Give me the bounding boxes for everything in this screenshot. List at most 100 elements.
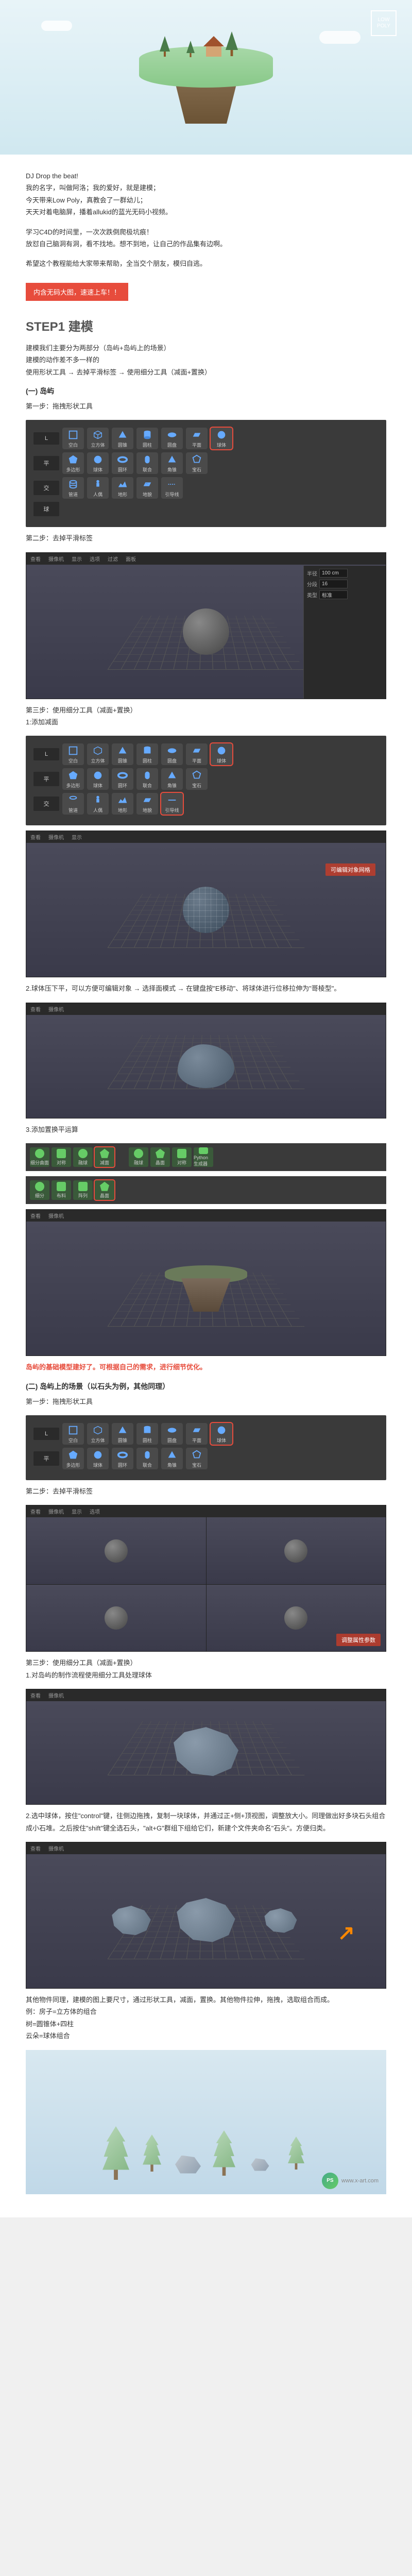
c4d-viewport-flatten: 查看摄像机 <box>26 1003 386 1118</box>
cloud-decoration <box>319 31 360 44</box>
primitive-null[interactable]: 空白 <box>62 428 84 449</box>
intro-text-3: 希望这个教程能给大家带来帮助，全当交个朋友，模归自逃。 <box>26 258 386 269</box>
primitive-cylinder[interactable]: 圆柱 <box>136 1423 158 1445</box>
primitive-null[interactable]: 空白 <box>62 1423 84 1445</box>
primitive-disc[interactable]: 圆盘 <box>161 428 183 449</box>
primitive-null[interactable]: 空白 <box>62 743 84 765</box>
deformed-sphere <box>178 1044 234 1088</box>
primitive-relief[interactable]: 地貌 <box>136 793 158 815</box>
primitive-sphere-2[interactable]: 球体 <box>87 1448 109 1469</box>
intro-text: DJ Drop the beat! 我的名字，叫做阿洛；我的爱好，就是建模； 今… <box>26 170 386 218</box>
primitive-capsule[interactable]: 联合 <box>136 768 158 790</box>
gen-sds[interactable]: 细分 <box>30 1180 49 1200</box>
primitive-sphere-2[interactable]: 球体 <box>87 768 109 790</box>
primitive-plane[interactable]: 平面 <box>186 428 208 449</box>
primitive-sphere[interactable]: 球体 <box>211 743 232 765</box>
primitive-figure[interactable]: 人偶 <box>87 793 109 815</box>
gen-cloth[interactable]: 布料 <box>52 1180 71 1200</box>
sphere-wireframe <box>183 887 229 933</box>
generators-toolbar-2: 细分 布料 阵列 晶面 <box>26 1176 386 1204</box>
gen-array[interactable]: 阵列 <box>73 1180 93 1200</box>
primitive-cube[interactable]: 立方体 <box>87 428 109 449</box>
final-notes: 其他物件同理，建模的图上要尺寸，通过形状工具，减面，置换。其他物件拉伸，拖拽，选… <box>26 1994 386 2042</box>
primitive-sphere[interactable]: 球体 <box>211 428 232 449</box>
primitive-platonic[interactable]: 宝石 <box>186 452 208 474</box>
arrow-icon: ↗ <box>337 1921 355 1945</box>
c4d-viewport-rocks-group: 查看摄像机 ↗ <box>26 1842 386 1989</box>
c4d-quad-viewport: 查看摄像机显示选项 调整属性参数 <box>26 1505 386 1652</box>
viewport-top[interactable] <box>207 1517 386 1584</box>
primitive-cube[interactable]: 立方体 <box>87 743 109 765</box>
primitive-cylinder[interactable]: 圆柱 <box>136 428 158 449</box>
primitive-torus[interactable]: 圆环 <box>112 1448 133 1469</box>
primitive-tube[interactable]: 管道 <box>62 477 84 499</box>
step1-desc: 建模我们主要分为两部分（岛屿+岛屿上的场景） 建模的动作差不多一样的 使用形状工… <box>26 342 386 378</box>
primitive-disc[interactable]: 圆盘 <box>161 743 183 765</box>
primitive-figure[interactable]: 人偶 <box>87 477 109 499</box>
section-end-note: 岛屿的基础模型建好了。可根据自己的需求，进行细节优化。 <box>26 1361 386 1373</box>
tip-2: 3.添加置换平运算 <box>26 1124 386 1136</box>
primitive-landscape[interactable]: 地形 <box>112 793 133 815</box>
primitive-cube[interactable]: 立方体 <box>87 1423 109 1445</box>
type-input[interactable] <box>319 590 348 599</box>
substep-2: 第二步：去掉平滑标签 <box>26 532 386 544</box>
primitive-platonic[interactable]: 宝石 <box>186 768 208 790</box>
primitive-sphere-2[interactable]: 球体 <box>87 452 109 474</box>
primitive-guide[interactable]: 引导线 <box>161 477 183 499</box>
substep-1: 第一步：拖拽形状工具 <box>26 400 386 412</box>
gen-crystal-2[interactable]: 晶面 <box>95 1180 114 1200</box>
primitive-polygon[interactable]: 多边形 <box>62 768 84 790</box>
gen-reduction[interactable]: 减面 <box>95 1147 114 1167</box>
primitive-plane[interactable]: 平面 <box>186 1423 208 1445</box>
primitive-cylinder[interactable]: 圆柱 <box>136 743 158 765</box>
ps-logo-icon: PS <box>322 2173 338 2189</box>
attributes-panel: 半径 分段 类型 <box>303 566 386 699</box>
primitive-pyramid[interactable]: 角锥 <box>161 1448 183 1469</box>
panel-row-label: L <box>33 1428 59 1440</box>
c4d-primitives-panel-2: L 空白 立方体 圆锥 圆柱 圆盘 平面 球体 平 多边形 球体 圆环 联合 角… <box>26 736 386 825</box>
primitive-cone[interactable]: 圆锥 <box>112 428 133 449</box>
primitive-torus[interactable]: 圆环 <box>112 768 133 790</box>
primitive-polygon[interactable]: 多边形 <box>62 1448 84 1469</box>
annotation-adjust: 调整属性参数 <box>336 1634 381 1646</box>
primitive-capsule[interactable]: 联合 <box>136 452 158 474</box>
substep-2-3: 第三步：使用细分工具（减面+置换） 1.对岛屿的制作流程使用细分工具处理球体 <box>26 1657 386 1681</box>
radius-input[interactable] <box>319 569 348 578</box>
primitive-pyramid[interactable]: 角锥 <box>161 452 183 474</box>
primitive-pyramid[interactable]: 角锥 <box>161 768 183 790</box>
c4d-viewport-island: 查看摄像机 <box>26 1209 386 1356</box>
primitive-cone[interactable]: 圆锥 <box>112 743 133 765</box>
gen-metaball[interactable]: 融球 <box>73 1147 93 1167</box>
island-model <box>165 1265 247 1312</box>
panel-row-label: 交 <box>33 796 59 811</box>
substep-2-2: 第二步：去掉平滑标签 <box>26 1485 386 1497</box>
primitive-relief[interactable]: 地貌 <box>136 477 158 499</box>
gen-crystal[interactable]: 晶面 <box>150 1147 170 1167</box>
substep-2-1: 第一步：拖拽形状工具 <box>26 1396 386 1408</box>
panel-row-label: 平 <box>33 456 59 470</box>
primitive-tube[interactable]: 管道 <box>62 793 84 815</box>
gen-metaball-2[interactable]: 融球 <box>129 1147 148 1167</box>
primitive-platonic[interactable]: 宝石 <box>186 1448 208 1469</box>
primitive-plane[interactable]: 平面 <box>186 743 208 765</box>
viewport-right[interactable] <box>26 1585 206 1652</box>
gen-subdivision[interactable]: 细分曲面 <box>30 1147 49 1167</box>
primitive-capsule[interactable]: 联合 <box>136 1448 158 1469</box>
primitive-polygon[interactable]: 多边形 <box>62 452 84 474</box>
gen-symmetry-2[interactable]: 对称 <box>172 1147 192 1167</box>
primitive-cone[interactable]: 圆锥 <box>112 1423 133 1445</box>
gen-python[interactable]: Python 生成器 <box>194 1147 213 1167</box>
primitive-torus[interactable]: 圆环 <box>112 452 133 474</box>
primitive-disc[interactable]: 圆盘 <box>161 1423 183 1445</box>
gen-symmetry[interactable]: 对称 <box>52 1147 71 1167</box>
primitive-landscape[interactable]: 地形 <box>112 477 133 499</box>
c4d-viewport-sphere: 查看摄像机显示选项过滤面板 平滑着色标签删除 半径 分段 类型 <box>26 552 386 699</box>
segments-input[interactable] <box>319 580 348 588</box>
floating-island <box>134 26 278 129</box>
annotation-editable: 可编辑对象网格 <box>325 863 375 876</box>
primitive-sphere[interactable]: 球体 <box>211 1423 232 1445</box>
viewport-front[interactable]: 调整属性参数 <box>207 1585 386 1652</box>
primitive-guide[interactable]: 引导线 <box>161 793 183 815</box>
viewport-perspective[interactable] <box>26 1517 206 1584</box>
tip-1: 2.球体压下平，可以方便可编辑对象 → 选择面模式 → 在键盘按"E移动"、将球… <box>26 982 386 994</box>
